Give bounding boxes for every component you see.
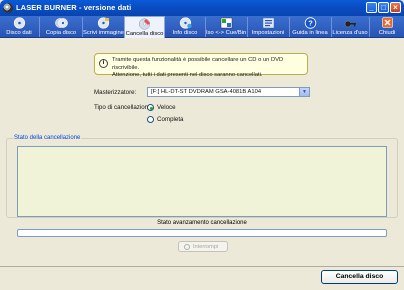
progress-label: Stato avanzamento cancellazione (157, 220, 247, 226)
close-icon (381, 17, 393, 28)
stop-button[interactable]: Interrompi (178, 241, 228, 252)
main-toolbar: Disco dati Copia disco Scrivi immagine C… (0, 16, 404, 38)
title-bar: LASER BURNER - versione dati _ □ × (0, 0, 404, 16)
tool-label: Chiudi (378, 30, 396, 36)
close-window-button[interactable]: × (390, 2, 401, 13)
disc-info-icon (179, 17, 192, 29)
window-title: LASER BURNER - versione dati (16, 3, 132, 12)
radio-veloce-label[interactable]: Veloce (157, 104, 176, 111)
tool-chiudi[interactable]: Chiudi (370, 16, 404, 38)
status-log[interactable] (17, 146, 387, 217)
erase-type-label: Tipo di cancellazione: (94, 104, 154, 111)
tool-guida-in-linea[interactable]: ? Guida in linea (290, 16, 330, 38)
radio-completa-label[interactable]: Completa (157, 116, 183, 123)
tool-label: Iso <-> Cue/Bin (206, 30, 247, 36)
chevron-down-icon[interactable]: ▼ (299, 88, 309, 96)
info-text: Tramite questa funzionalità è possibile … (112, 57, 306, 80)
burner-label: Masterizzatore: (94, 89, 137, 96)
license-icon (344, 20, 356, 28)
iso-convert-icon (220, 17, 232, 29)
erase-progress-bar (17, 229, 387, 237)
maximize-button[interactable]: □ (378, 2, 389, 13)
tool-label: Licenza d'uso (332, 30, 368, 36)
tool-licenza-duso[interactable]: Licenza d'uso (332, 16, 368, 38)
tool-label: Impostazioni (251, 30, 285, 36)
svg-text:?: ? (308, 19, 313, 28)
status-group-title: Stato della cancellazione (13, 135, 82, 141)
erase-disc-button[interactable]: Cancella disco (321, 270, 398, 284)
settings-icon (262, 18, 274, 28)
tool-label: Info disco (172, 30, 198, 36)
copy-disc-icon (54, 18, 68, 28)
tool-disco-dati[interactable]: Disco dati (0, 16, 38, 38)
tool-label: Disco dati (6, 30, 32, 36)
tool-label: Copia disco (45, 30, 77, 36)
tool-scrivi-immagine[interactable]: Scrivi immagine (83, 16, 124, 38)
info-line-2: Attenzione, tutti i dati presenti nel di… (112, 72, 263, 78)
tool-impostazioni[interactable]: Impostazioni (248, 16, 288, 38)
burner-select[interactable]: [F:] HL-DT-ST DVDRAM GSA-4081B A104 ▼ (147, 87, 310, 97)
stop-icon (184, 244, 190, 250)
tool-label: Guida in linea (292, 30, 328, 36)
tool-iso-cue-bin[interactable]: Iso <-> Cue/Bin (206, 16, 246, 38)
tool-label: Scrivi immagine (83, 30, 124, 36)
tool-info-disco[interactable]: Info disco (166, 16, 204, 38)
minimize-button[interactable]: _ (366, 2, 377, 13)
toolbar-separator (39, 17, 40, 37)
help-icon: ? (304, 17, 316, 29)
tool-copia-disco[interactable]: Copia disco (41, 16, 81, 38)
write-image-icon (97, 17, 109, 29)
radio-veloce[interactable] (147, 104, 154, 111)
disc-data-icon (13, 17, 25, 29)
info-box: i Tramite questa funzionalità è possibil… (94, 53, 308, 78)
app-disc-icon (3, 3, 13, 13)
erase-disc-icon (138, 18, 151, 30)
burner-select-value: [F:] HL-DT-ST DVDRAM GSA-4081B A104 (151, 89, 262, 95)
tool-label: Cancella disco (125, 31, 164, 37)
info-icon: i (99, 59, 108, 68)
info-line-1: Tramite questa funzionalità è possibile … (112, 57, 284, 71)
radio-completa[interactable] (147, 116, 154, 123)
tool-cancella-disco[interactable]: Cancella disco (124, 16, 165, 38)
stop-button-label: Interrompi (193, 244, 219, 250)
